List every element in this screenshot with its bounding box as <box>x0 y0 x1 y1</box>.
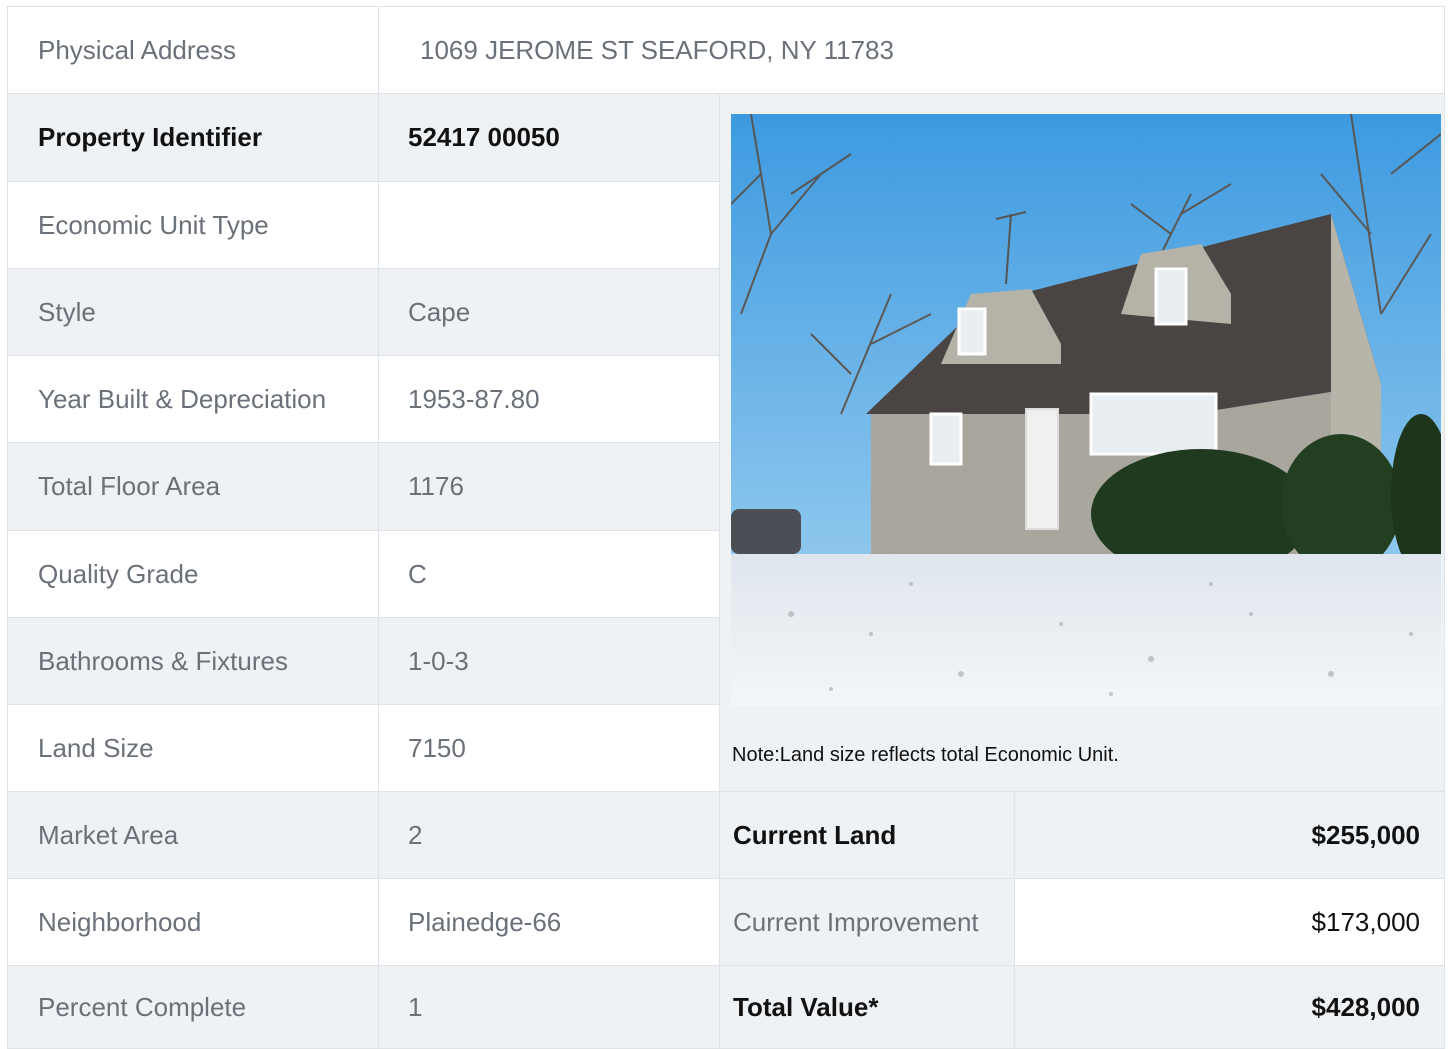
address-value: 1069 JEROME ST SEAFORD, NY 11783 <box>378 6 1445 94</box>
quality-grade-label: Quality Grade <box>7 530 379 618</box>
current-improvement-value: $173,000 <box>1014 878 1445 966</box>
year-built-label: Year Built & Depreciation <box>7 355 379 443</box>
market-area-value: 2 <box>378 791 720 879</box>
property-photo <box>731 114 1441 706</box>
current-land-value: $255,000 <box>1014 791 1445 879</box>
style-label: Style <box>7 268 379 356</box>
total-value-value: $428,000 <box>1014 965 1445 1049</box>
bathrooms-label: Bathrooms & Fixtures <box>7 617 379 705</box>
land-size-note: Note:Land size reflects total Economic U… <box>732 744 1119 766</box>
land-size-value: 7150 <box>378 704 720 792</box>
total-value-label: Total Value* <box>719 965 1015 1049</box>
current-land-label: Current Land <box>719 791 1015 879</box>
year-built-value: 1953-87.80 <box>378 355 720 443</box>
land-size-label: Land Size <box>7 704 379 792</box>
style-value: Cape <box>378 268 720 356</box>
neighborhood-label: Neighborhood <box>7 878 379 966</box>
bathrooms-value: 1-0-3 <box>378 617 720 705</box>
property-identifier-value: 52417 00050 <box>378 93 720 182</box>
current-improvement-label: Current Improvement <box>719 878 1015 966</box>
property-identifier-label: Property Identifier <box>7 93 379 182</box>
total-floor-area-value: 1176 <box>378 442 720 531</box>
percent-complete-value: 1 <box>378 965 720 1049</box>
economic-unit-type-label: Economic Unit Type <box>7 181 379 269</box>
market-area-label: Market Area <box>7 791 379 879</box>
economic-unit-type-value <box>378 181 720 269</box>
total-floor-area-label: Total Floor Area <box>7 442 379 531</box>
quality-grade-value: C <box>378 530 720 618</box>
percent-complete-label: Percent Complete <box>7 965 379 1049</box>
address-label: Physical Address <box>7 6 379 94</box>
neighborhood-value: Plainedge-66 <box>378 878 720 966</box>
